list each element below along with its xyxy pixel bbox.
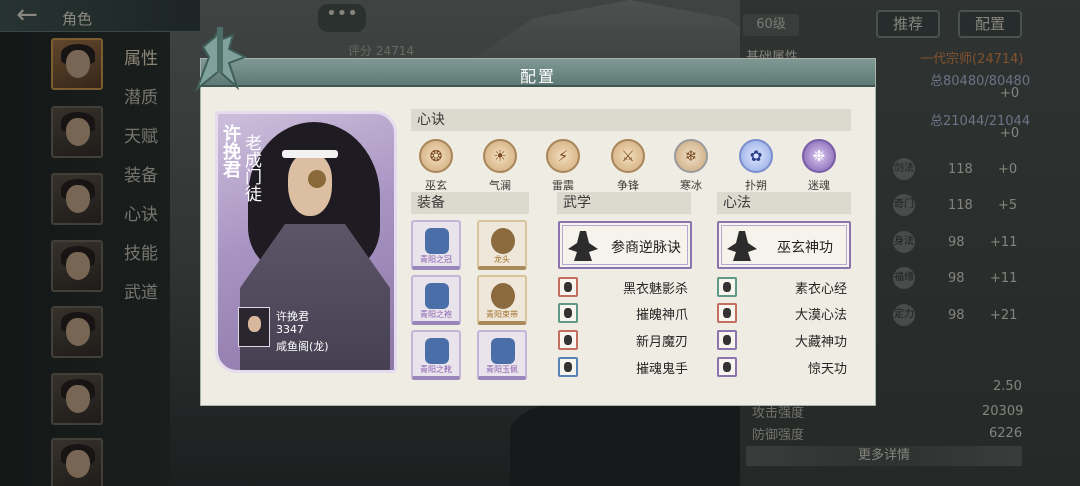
- skill-name: 摧魂鬼手: [635, 362, 688, 377]
- martial-skill-row[interactable]: 黑衣魅影杀: [558, 277, 692, 297]
- skill-name: 大漠心法: [794, 308, 847, 323]
- heart-technique-icon: ❉: [802, 139, 836, 173]
- heart-technique-glyph: ❄: [684, 147, 698, 165]
- meditation-figure-icon: [727, 231, 757, 261]
- heart-technique-glyph: ⚡: [557, 147, 569, 165]
- modal-title: 配置: [519, 67, 556, 86]
- skill-icon: [558, 357, 578, 377]
- equip-slot-boots[interactable]: 青阳之靴: [411, 330, 461, 380]
- heart-technique-icon: ❄: [674, 139, 708, 173]
- martial-skill-row[interactable]: 摧魄神爪: [558, 303, 692, 323]
- heart-technique-icon: ✿: [739, 139, 773, 173]
- boots-icon: [425, 338, 449, 364]
- equip-label: 龙头: [494, 255, 510, 264]
- hero-eye-mask: [308, 170, 326, 188]
- skill-icon: [717, 330, 737, 350]
- heart-technique-glyph: ⚔: [621, 147, 635, 165]
- heart-item-label: 争锋: [617, 179, 639, 192]
- heart-item[interactable]: ⚔ 争锋: [608, 139, 648, 193]
- heart-item-label: 巫玄: [425, 179, 447, 192]
- character-title: 老成门徒: [241, 134, 261, 202]
- mind-skill-row[interactable]: 素衣心经: [717, 277, 851, 297]
- heart-section-header: 心诀: [411, 109, 851, 131]
- equip-slot-weapon[interactable]: 龙头: [477, 220, 527, 270]
- mind-skill-row[interactable]: 惊天功: [717, 357, 851, 377]
- featured-skill-name: 参商逆脉诀: [611, 240, 681, 256]
- skill-icon: [558, 330, 578, 350]
- heart-item[interactable]: ❄ 寒冰: [671, 139, 711, 193]
- heart-technique-icon: ❂: [419, 139, 453, 173]
- skill-name: 素衣心经: [794, 282, 847, 297]
- robe-icon: [425, 283, 449, 309]
- heart-technique-glyph: ☀: [493, 147, 507, 165]
- martial-featured-skill[interactable]: 参商逆脉诀: [558, 221, 692, 269]
- skill-name: 摧魄神爪: [635, 308, 688, 323]
- equip-label: 青阳之袍: [420, 310, 452, 319]
- crest-emblem-icon: [194, 27, 248, 93]
- hero-headband: [282, 150, 338, 158]
- pendant-icon: [491, 338, 515, 364]
- heart-item-label: 迷魂: [808, 179, 830, 192]
- belt-icon: [491, 283, 515, 309]
- skill-name: 黑衣魅影杀: [622, 282, 688, 297]
- mind-skill-row[interactable]: 大藏神功: [717, 330, 851, 350]
- martial-figure-icon: [568, 231, 598, 261]
- skill-name: 新月魔刃: [635, 335, 688, 350]
- skill-name: 大藏神功: [794, 335, 847, 350]
- mind-section-header: 心法: [717, 192, 851, 214]
- martial-section-header: 武学: [557, 192, 691, 214]
- heart-item[interactable]: ✿ 扑朔: [736, 139, 776, 193]
- skill-icon: [717, 303, 737, 323]
- heart-item-label: 气澜: [489, 179, 511, 192]
- heart-technique-icon: ☀: [483, 139, 517, 173]
- heart-item-label: 寒冰: [680, 179, 702, 192]
- heart-technique-glyph: ❂: [429, 147, 443, 165]
- heart-item-label: 雷震: [552, 179, 574, 192]
- heart-item[interactable]: ☀ 气澜: [480, 139, 520, 193]
- featured-skill-name: 巫玄神功: [777, 240, 833, 256]
- whip-icon: [491, 228, 515, 254]
- heart-item[interactable]: ⚡ 雷震: [543, 139, 583, 193]
- heart-technique-icon: ⚔: [611, 139, 645, 173]
- equip-section-header: 装备: [411, 192, 529, 214]
- heart-technique-icon: ⚡: [546, 139, 580, 173]
- skill-icon: [558, 303, 578, 323]
- skill-name: 惊天功: [807, 362, 847, 377]
- martial-skill-row[interactable]: 新月魔刃: [558, 330, 692, 350]
- guild-name: 咸鱼阁(龙): [276, 340, 329, 353]
- equip-label: 青阳之靴: [420, 365, 452, 374]
- equip-label: 青阳玉佩: [486, 365, 518, 374]
- equip-label: 青阳束带: [486, 310, 518, 319]
- heart-technique-glyph: ❉: [812, 147, 826, 165]
- avatar: [238, 307, 270, 347]
- player-id: 3347: [276, 323, 304, 336]
- heart-technique-glyph: ✿: [749, 147, 763, 165]
- config-modal: 配置 许挽君 老成门徒 许挽君 3347 咸鱼阁(龙) 心诀 ❂ 巫玄 ☀ 气澜…: [194, 27, 876, 406]
- skill-icon: [717, 277, 737, 297]
- equip-label: 青阳之冠: [420, 255, 452, 264]
- equip-slot-belt[interactable]: 青阳束带: [477, 275, 527, 325]
- heart-item[interactable]: ❉ 迷魂: [799, 139, 839, 193]
- equip-slot-pendant[interactable]: 青阳玉佩: [477, 330, 527, 380]
- player-name: 许挽君: [276, 310, 309, 323]
- skill-icon: [558, 277, 578, 297]
- character-name: 许挽君: [220, 124, 241, 178]
- mind-featured-skill[interactable]: 巫玄神功: [717, 221, 851, 269]
- equip-slot-helmet[interactable]: 青阳之冠: [411, 220, 461, 270]
- heart-item[interactable]: ❂ 巫玄: [416, 139, 456, 193]
- modal-header: 配置: [201, 59, 875, 87]
- character-card[interactable]: 许挽君 老成门徒 许挽君 3347 咸鱼阁(龙): [215, 111, 397, 373]
- equip-slot-robe[interactable]: 青阳之袍: [411, 275, 461, 325]
- helmet-icon: [425, 228, 449, 254]
- martial-skill-row[interactable]: 摧魂鬼手: [558, 357, 692, 377]
- mind-skill-row[interactable]: 大漠心法: [717, 303, 851, 323]
- skill-icon: [717, 357, 737, 377]
- heart-item-label: 扑朔: [745, 179, 767, 192]
